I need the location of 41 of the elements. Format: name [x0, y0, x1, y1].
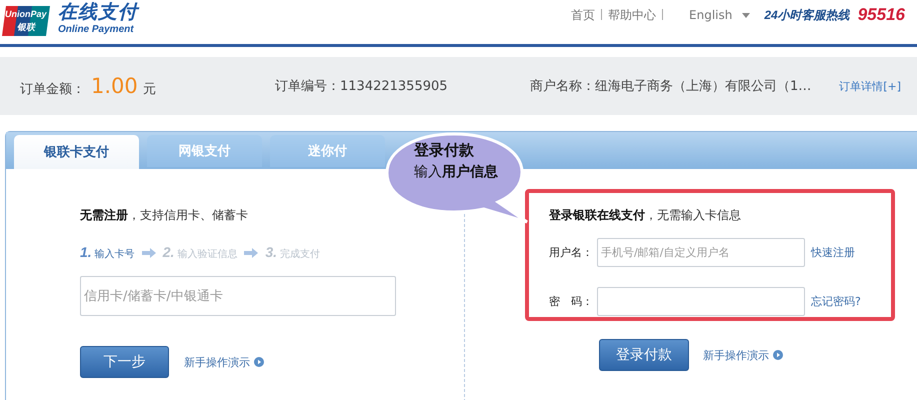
logo-text: 银联	[17, 21, 35, 34]
arrow-icon	[142, 248, 156, 258]
next-button[interactable]: 下一步	[80, 346, 169, 378]
login-button[interactable]: 登录付款	[599, 339, 689, 371]
hotline-label: 24小时客服热线	[764, 6, 850, 24]
login-heading: 登录银联在线支付，无需输入卡信息	[549, 207, 742, 224]
amount-label: 订单金额：	[20, 81, 85, 98]
callout-title: 登录付款	[414, 141, 474, 160]
nav-link[interactable]: 首页	[571, 8, 596, 22]
step-label: 输入卡号	[94, 248, 135, 261]
amount-value: 1.00	[91, 74, 138, 98]
play-icon	[773, 350, 783, 360]
order-details-link[interactable]: 订单详情[+]	[839, 78, 901, 94]
site-title: 在线支付	[58, 2, 138, 24]
step-number: 2.	[162, 244, 174, 260]
currency-label: 元	[142, 81, 156, 98]
demo-link[interactable]: 新手操作演示	[184, 354, 264, 370]
step-number: 1.	[80, 244, 92, 260]
tab[interactable]: 银联卡支付	[14, 135, 139, 169]
step-label: 完成支付	[280, 248, 320, 261]
play-icon	[254, 357, 264, 367]
site-subtitle: Online Payment	[58, 24, 135, 34]
step-number: 3.	[265, 244, 278, 260]
caret-icon	[742, 12, 750, 18]
language-dropdown[interactable]: English	[689, 8, 750, 22]
register-link[interactable]: 快速注册	[811, 245, 855, 260]
step-label: 输入验证信息	[177, 248, 238, 261]
forgot-password-link[interactable]: 忘记密码?	[811, 294, 861, 309]
callout-text: 输入用户信息	[414, 162, 499, 182]
username-label: 用户名：	[549, 245, 594, 260]
password-label: 密 码：	[549, 294, 594, 309]
card-number-field[interactable]: 信用卡/储蓄卡/中银通卡	[80, 276, 396, 316]
arrow-icon	[244, 248, 258, 258]
order-number: 订单编号：1134221355905	[275, 78, 449, 95]
demo-link[interactable]: 新手操作演示	[703, 348, 783, 362]
nav-link[interactable]: 帮助中心	[608, 8, 656, 22]
hotline-number: 95516	[858, 5, 905, 25]
merchant-name: 商户名称：纽海电子商务（上海）有限公司（1…	[530, 78, 812, 95]
username-field[interactable]: 手机号/邮箱/自定义用户名	[597, 238, 805, 267]
card-pay-heading: 无需注册，支持信用卡、储蓄卡	[80, 207, 249, 224]
password-field[interactable]	[597, 287, 805, 316]
